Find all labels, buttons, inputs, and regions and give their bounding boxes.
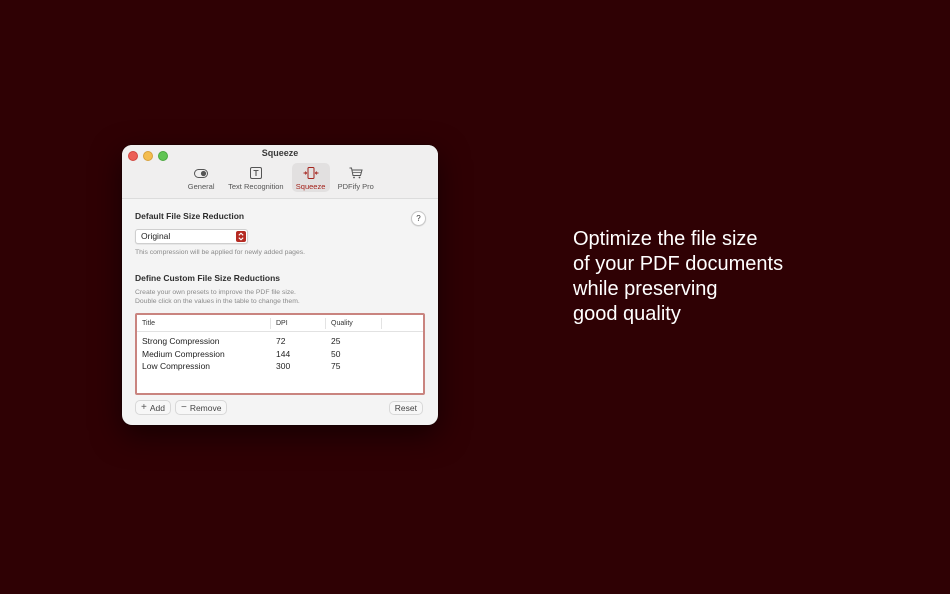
column-header-quality[interactable]: Quality xyxy=(326,317,382,329)
help-button[interactable]: ? xyxy=(411,211,426,226)
add-preset-button[interactable]: + Add xyxy=(135,400,171,415)
custom-reductions-hint: Create your own presets to improve the P… xyxy=(135,288,425,306)
text-recognition-icon xyxy=(249,166,262,180)
custom-hint-line-1: Create your own presets to improve the P… xyxy=(135,289,296,296)
table-actions: + Add − Remove Reset xyxy=(135,400,425,415)
cell-title[interactable]: Strong Compression xyxy=(137,335,271,348)
cell-quality[interactable]: 50 xyxy=(326,348,381,361)
cell-title[interactable]: Low Compression xyxy=(137,360,271,373)
reset-button[interactable]: Reset xyxy=(388,400,423,415)
tab-general[interactable]: General xyxy=(182,163,220,192)
remove-preset-button[interactable]: − Remove xyxy=(174,400,228,415)
cell-dpi[interactable]: 300 xyxy=(271,360,326,373)
marketing-tagline: Optimize the file size of your PDF docum… xyxy=(573,227,783,327)
select-stepper-icon xyxy=(236,231,246,242)
table-row[interactable]: Medium Compression 144 50 xyxy=(137,348,423,361)
column-header-title[interactable]: Title xyxy=(137,317,271,329)
tagline-line-4: good quality xyxy=(573,303,681,325)
cell-dpi[interactable]: 72 xyxy=(271,335,326,348)
squeeze-icon xyxy=(303,166,319,180)
cell-quality[interactable]: 25 xyxy=(326,335,381,348)
preferences-toolbar: General Text Recognition Squeeze PDFify … xyxy=(122,163,438,192)
table-header: Title DPI Quality xyxy=(137,315,423,332)
cart-icon xyxy=(349,166,363,180)
custom-hint-line-2: Double click on the values in the table … xyxy=(135,298,300,305)
tab-pdfify-pro-label: PDFify Pro xyxy=(337,182,374,191)
window-title: Squeeze xyxy=(261,148,299,158)
tab-text-recognition-label: Text Recognition xyxy=(228,182,284,191)
custom-reductions-heading: Define Custom File Size Reductions xyxy=(135,273,280,283)
default-reduction-select[interactable]: Original xyxy=(135,229,248,244)
default-reduction-value: Original xyxy=(141,231,171,241)
tab-pdfify-pro[interactable]: PDFify Pro xyxy=(334,163,378,192)
default-reduction-hint: This compression will be applied for new… xyxy=(135,249,306,256)
reset-label: Reset xyxy=(394,402,417,413)
remove-label: Remove xyxy=(189,402,222,413)
add-label: Add xyxy=(149,402,165,413)
default-reduction-heading: Default File Size Reduction xyxy=(135,211,245,221)
table-row[interactable]: Strong Compression 72 25 xyxy=(137,335,423,348)
plus-icon: + xyxy=(141,402,147,413)
presets-table[interactable]: Title DPI Quality Strong Compression 72 … xyxy=(135,313,425,395)
tagline-line-1: Optimize the file size xyxy=(573,228,758,250)
cell-quality[interactable]: 75 xyxy=(326,360,381,373)
preferences-window: Squeeze General Text Recognition Squeeze xyxy=(122,145,438,425)
tab-text-recognition[interactable]: Text Recognition xyxy=(224,163,287,192)
squeeze-settings-pane: Default File Size Reduction ? Original T… xyxy=(122,199,438,425)
tab-squeeze[interactable]: Squeeze xyxy=(291,163,330,192)
title-bar: Squeeze General Text Recognition Squeeze xyxy=(122,145,438,199)
toggle-icon xyxy=(194,166,209,180)
table-body: Strong Compression 72 25 Medium Compress… xyxy=(137,332,423,373)
minus-icon: − xyxy=(180,402,187,413)
cell-title[interactable]: Medium Compression xyxy=(137,348,271,361)
table-row[interactable]: Low Compression 300 75 xyxy=(137,360,423,373)
tagline-line-2: of your PDF documents xyxy=(573,253,784,275)
cell-dpi[interactable]: 144 xyxy=(271,348,326,361)
tab-squeeze-label: Squeeze xyxy=(295,182,326,191)
column-header-dpi[interactable]: DPI xyxy=(271,317,326,329)
tagline-line-3: while preserving xyxy=(573,278,718,300)
tab-general-label: General xyxy=(187,182,215,191)
